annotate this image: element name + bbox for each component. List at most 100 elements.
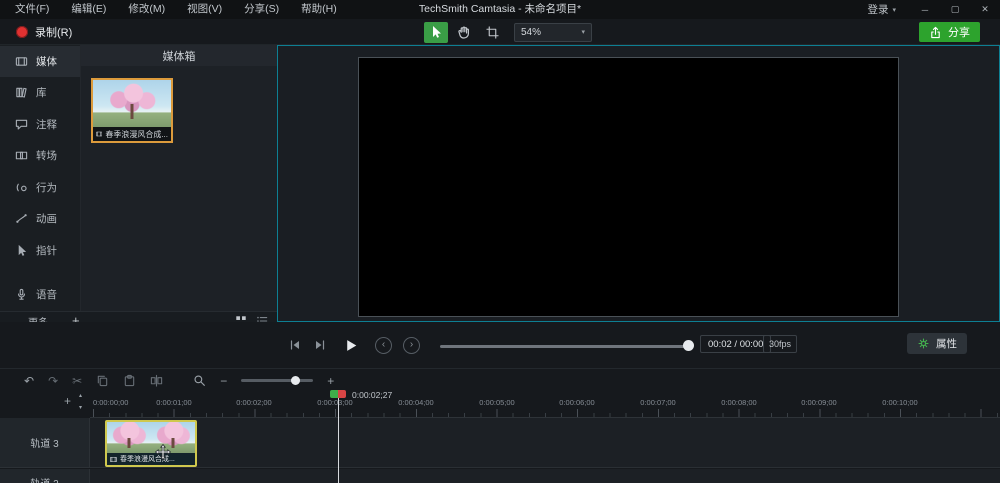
- sidebar-item-label: 转场: [36, 150, 57, 162]
- track-scroll-up-icon[interactable]: ▴: [79, 392, 82, 399]
- next-marker-button[interactable]: ›: [403, 336, 420, 354]
- sidebar-item-label: 指针: [36, 245, 57, 257]
- sidebar-item-library[interactable]: 库: [0, 77, 80, 108]
- timeline-zoom-tool[interactable]: [193, 374, 206, 387]
- canvas-zoom-value: 54%: [521, 26, 542, 38]
- signin-label: 登录: [867, 4, 889, 16]
- sidebar-item-cursor[interactable]: 指针: [0, 235, 80, 266]
- step-backward-icon: [290, 340, 299, 350]
- redo-button[interactable]: ↷: [48, 375, 58, 387]
- seek-slider-knob[interactable]: [683, 340, 694, 351]
- timeline-clip[interactable]: 春季浪漫风合成...: [105, 420, 197, 467]
- timeline-ruler[interactable]: 0:00:00;00 0:00:01;00 0:00:02;00 0:00:03…: [90, 392, 1000, 418]
- ruler-gutter: + ▴ ▾: [0, 392, 90, 418]
- playhead-line[interactable]: [338, 398, 339, 483]
- sidebar-item-animations[interactable]: 动画: [0, 203, 80, 234]
- menu-view[interactable]: 视图(V): [176, 0, 233, 19]
- transitions-icon: [15, 151, 28, 160]
- sidebar-item-transitions[interactable]: 转场: [0, 140, 80, 171]
- playhead-time-label: 0:00:02;27: [352, 390, 393, 400]
- pan-hand-tool-button[interactable]: [452, 22, 476, 43]
- track-header[interactable]: 轨道 2: [0, 469, 90, 483]
- ruler-label: 0:00:07;00: [640, 398, 676, 407]
- video-preview-stage[interactable]: [358, 57, 899, 317]
- canvas-panel: [277, 45, 1000, 322]
- media-item-thumbnail: [93, 80, 171, 127]
- track-header[interactable]: 轨道 3: [0, 418, 90, 468]
- paste-button[interactable]: [123, 374, 136, 387]
- sidebar-item-audio[interactable]: 语音: [0, 279, 80, 310]
- timeline-zoom-out-button[interactable]: −: [220, 375, 227, 387]
- step-forward-icon: [316, 340, 325, 350]
- record-button[interactable]: 录制(R): [16, 23, 72, 41]
- sidebar-item-media[interactable]: 媒体: [0, 46, 80, 77]
- track-lane: [90, 469, 1000, 483]
- undo-button[interactable]: ↶: [24, 375, 34, 387]
- sidebar-item-label: 注释: [36, 119, 57, 131]
- step-forward-button[interactable]: [313, 338, 327, 352]
- clip-thumbnail: [107, 422, 195, 453]
- media-bin-panel: 媒体箱 春季浪漫风合成...: [80, 45, 277, 311]
- copy-button[interactable]: [96, 374, 109, 387]
- pointer-icon: [18, 244, 27, 256]
- ruler-label: 0:00:02;00: [236, 398, 272, 407]
- camtasia-window: 文件(F) 编辑(E) 修改(M) 视图(V) 分享(S) 帮助(H) Tech…: [0, 0, 1000, 483]
- minimize-button[interactable]: ─: [910, 0, 940, 19]
- sidebar-item-label: 语音: [36, 289, 57, 301]
- sidebar-item-label: 行为: [36, 182, 57, 194]
- move-cursor-icon: [155, 444, 171, 460]
- menu-file[interactable]: 文件(F): [4, 0, 60, 19]
- share-label: 分享: [948, 27, 970, 39]
- close-button[interactable]: ✕: [970, 0, 1000, 19]
- timeline-zoom-in-button[interactable]: +: [327, 375, 334, 387]
- sidebar-item-label: 动画: [36, 213, 57, 225]
- play-button[interactable]: [338, 332, 364, 358]
- track-scroll-down-icon[interactable]: ▾: [79, 404, 82, 411]
- window-title: TechSmith Camtasia - 未命名项目*: [418, 3, 582, 15]
- seek-slider[interactable]: [440, 345, 692, 348]
- sidebar-item-behaviors[interactable]: 行为: [0, 172, 80, 203]
- track-name: 轨道 3: [30, 439, 59, 450]
- playhead-handle[interactable]: [330, 390, 346, 398]
- ruler-label: 0:00:01;00: [156, 398, 192, 407]
- media-item[interactable]: 春季浪漫风合成...: [91, 78, 173, 143]
- record-icon: [16, 26, 28, 38]
- step-backward-button[interactable]: [288, 338, 302, 352]
- time-display: 00:02 / 00:00: [700, 335, 772, 353]
- media-bin-title: 媒体箱: [81, 45, 277, 66]
- properties-label: 属性: [936, 338, 957, 350]
- ruler-label: 0:00:05;00: [479, 398, 515, 407]
- edit-cursor-tool-button[interactable]: [424, 21, 448, 43]
- previous-marker-button[interactable]: ‹: [375, 336, 392, 354]
- timeline-zoom-slider[interactable]: [241, 376, 314, 385]
- track-name: 轨道 2: [30, 475, 58, 483]
- timeline-zoom-knob[interactable]: [291, 376, 301, 385]
- maximize-button[interactable]: ▢: [940, 0, 970, 19]
- paste-icon: [124, 374, 135, 387]
- transport-controls: ‹ ›: [288, 332, 420, 358]
- share-export-icon: [931, 26, 940, 38]
- ruler-label: 0:00:04;00: [398, 398, 434, 407]
- playback-bar: ‹ › 00:02 / 00:00 30fps 属性: [0, 322, 1000, 368]
- sidebar-item-annotations[interactable]: 注释: [0, 109, 80, 140]
- media-icon: [15, 57, 28, 66]
- signin-menu[interactable]: 登录 ▾: [853, 2, 910, 17]
- timeline-toolbar: ↶ ↷ ✂ − +: [0, 368, 1000, 392]
- menu-bar: 文件(F) 编辑(E) 修改(M) 视图(V) 分享(S) 帮助(H) Tech…: [0, 0, 1000, 19]
- callout-icon: [15, 119, 28, 130]
- gear-icon: [918, 338, 929, 349]
- animations-icon: [16, 214, 27, 223]
- cut-button[interactable]: ✂: [72, 375, 82, 387]
- canvas-zoom-select[interactable]: 54% ▾: [514, 22, 592, 42]
- split-button[interactable]: [150, 374, 163, 387]
- ruler-label: 0:00:09;00: [801, 398, 837, 407]
- film-icon: [96, 131, 103, 137]
- menu-modify[interactable]: 修改(M): [117, 0, 176, 19]
- fps-badge: 30fps: [763, 335, 798, 353]
- film-icon: [110, 456, 117, 462]
- share-button[interactable]: 分享: [919, 22, 980, 42]
- add-track-button[interactable]: +: [64, 394, 71, 408]
- menu-edit[interactable]: 编辑(E): [60, 0, 117, 19]
- crop-tool-button[interactable]: [480, 22, 504, 43]
- properties-button[interactable]: 属性: [907, 333, 967, 354]
